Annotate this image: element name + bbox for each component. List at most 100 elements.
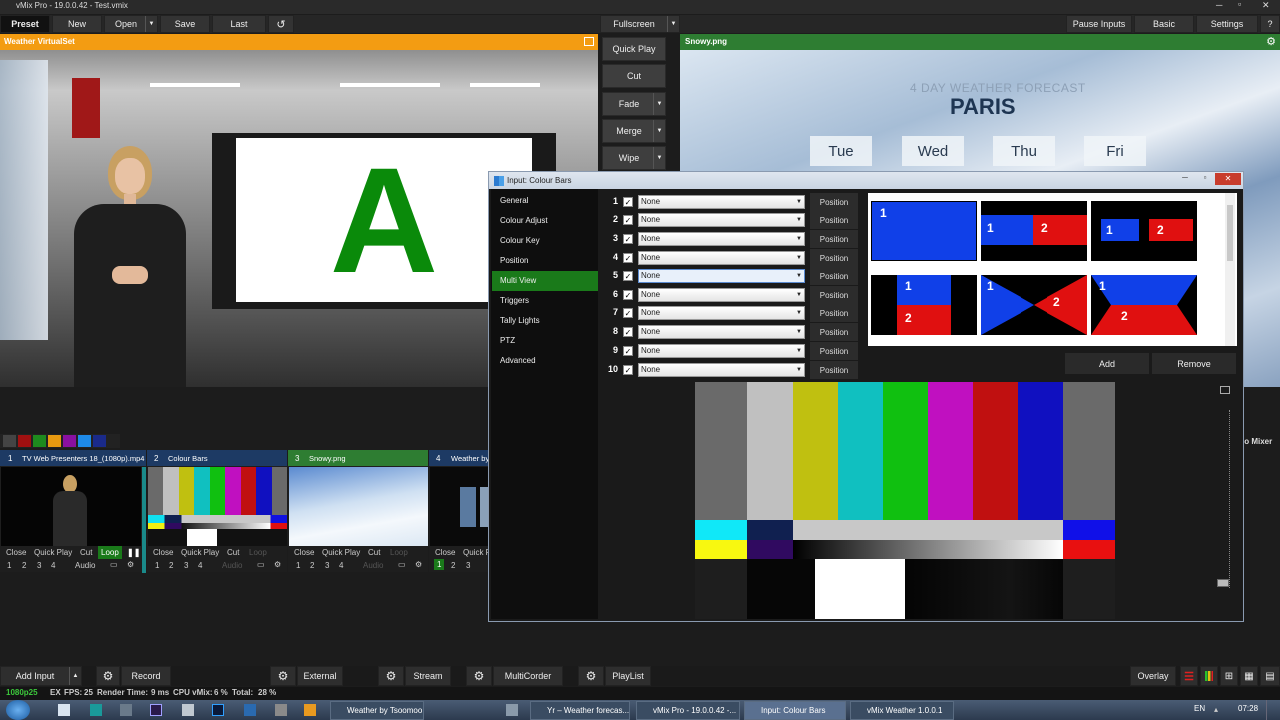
gear-icon[interactable]: ⚙ <box>127 560 134 569</box>
color-tag[interactable] <box>18 435 31 447</box>
input-tile-2[interactable]: 2 Colour Bars Close Quick Play Cut Loop … <box>147 450 287 572</box>
close-button[interactable]: Close <box>294 548 314 557</box>
show-desktop-button[interactable] <box>1266 700 1280 720</box>
layer-checkbox[interactable]: ✓ <box>623 327 633 337</box>
photoshop-icon[interactable] <box>212 704 224 716</box>
close-button[interactable]: Close <box>6 548 26 557</box>
chevron-down-icon[interactable]: ▼ <box>653 147 665 169</box>
vmix-icon[interactable] <box>244 704 256 716</box>
layer-checkbox[interactable]: ✓ <box>623 253 633 263</box>
overlay-4-button[interactable]: 4 <box>339 561 343 570</box>
overlay-1-button[interactable]: 1 <box>155 561 159 570</box>
app-icon[interactable] <box>275 704 287 716</box>
overlay-3-button[interactable]: 3 <box>37 561 41 570</box>
merge-button[interactable]: Merge ▼ <box>602 119 666 143</box>
quick-play-button[interactable]: Quick Play <box>181 548 219 557</box>
overlay-button[interactable]: Overlay <box>1130 666 1176 686</box>
monitor-icon[interactable]: ▭ <box>110 560 118 569</box>
start-button[interactable] <box>6 700 30 720</box>
position-button[interactable]: Position <box>810 361 858 379</box>
preset-button[interactable]: Preset <box>0 15 50 33</box>
menu-multi-view[interactable]: Multi View <box>492 271 598 291</box>
color-tag[interactable] <box>63 435 76 447</box>
layout-thumb[interactable]: 1 2 <box>981 275 1087 335</box>
position-button[interactable]: Position <box>810 230 858 248</box>
position-button[interactable]: Position <box>810 249 858 267</box>
layer-select[interactable]: None ▼ <box>638 288 805 302</box>
basic-button[interactable]: Basic <box>1134 15 1194 33</box>
taskbar-item[interactable]: Weather by Tsoomoo <box>330 701 424 720</box>
layer-select[interactable]: None ▼ <box>638 363 805 377</box>
overlay-2-button[interactable]: 2 <box>22 561 26 570</box>
menu-ptz[interactable]: PTZ <box>492 331 598 351</box>
audio-button[interactable]: Audio <box>363 561 383 570</box>
multicorder-settings-button[interactable]: ⚙ <box>466 666 492 686</box>
open-button[interactable]: Open ▼ <box>104 15 158 33</box>
overlay-1-button[interactable]: 1 <box>7 561 11 570</box>
record-settings-button[interactable]: ⚙ <box>96 666 120 686</box>
layer-select[interactable]: None ▼ <box>638 232 805 246</box>
multiview-button[interactable]: ▦ <box>1240 666 1258 686</box>
monitor-icon[interactable]: ▭ <box>257 560 265 569</box>
stream-settings-button[interactable]: ⚙ <box>378 666 404 686</box>
app-icon[interactable] <box>506 704 518 716</box>
layout-button[interactable]: ▤ <box>1260 666 1280 686</box>
overlay-4-button[interactable]: 4 <box>198 561 202 570</box>
taskbar-item[interactable]: Input: Colour Bars <box>744 701 846 720</box>
loop-button[interactable]: Loop <box>98 546 122 559</box>
clock[interactable]: 07:28 <box>1238 704 1258 713</box>
layer-select[interactable]: None ▼ <box>638 306 805 320</box>
list-view-button[interactable]: ☰ <box>1180 666 1198 686</box>
position-button[interactable]: Position <box>810 267 858 285</box>
overlay-3-button[interactable]: 3 <box>466 561 470 570</box>
input-thumbnail[interactable] <box>430 467 489 546</box>
cut-button[interactable]: Cut <box>80 548 92 557</box>
position-button[interactable]: Position <box>810 323 858 341</box>
position-button[interactable]: Position <box>810 286 858 304</box>
app-icon[interactable] <box>90 704 102 716</box>
chevron-down-icon[interactable]: ▼ <box>653 93 665 115</box>
overlay-1-button[interactable]: 1 <box>296 561 300 570</box>
layer-select[interactable]: None ▼ <box>638 213 805 227</box>
close-button[interactable]: Close <box>435 548 455 557</box>
menu-tally-lights[interactable]: Tally Lights <box>492 311 598 331</box>
input-tile-1[interactable]: 1 TV Web Presenters 18_(1080p).mp4 Close… <box>0 450 146 573</box>
close-icon[interactable]: ✕ <box>1215 173 1241 185</box>
overlay-1-button[interactable]: 1 <box>434 559 445 570</box>
app-icon[interactable] <box>182 704 194 716</box>
media-player-icon[interactable] <box>304 704 316 716</box>
input-thumbnail[interactable] <box>289 467 428 546</box>
wipe-button[interactable]: Wipe ▼ <box>602 146 666 170</box>
layer-checkbox[interactable]: ✓ <box>623 346 633 356</box>
color-tag[interactable] <box>33 435 46 447</box>
overlay-3-button[interactable]: 3 <box>184 561 188 570</box>
layout-thumb[interactable]: 1 2 <box>871 275 977 335</box>
layer-checkbox[interactable]: ✓ <box>623 308 633 318</box>
monitor-icon[interactable]: ▭ <box>398 560 406 569</box>
overlay-2-button[interactable]: 2 <box>310 561 314 570</box>
grid-view-button[interactable]: ⊞ <box>1220 666 1238 686</box>
help-button[interactable]: ? <box>1260 15 1280 33</box>
add-button[interactable]: Add <box>1065 353 1149 374</box>
color-tag[interactable] <box>93 435 106 447</box>
position-button[interactable]: Position <box>810 304 858 322</box>
add-input-button[interactable]: Add Input ▲ <box>0 666 82 686</box>
position-button[interactable]: Position <box>810 342 858 360</box>
chevron-down-icon[interactable]: ▼ <box>667 16 679 32</box>
layer-checkbox[interactable]: ✓ <box>623 365 633 375</box>
quick-play-button[interactable]: Quick Play <box>34 548 72 557</box>
gallery-scrollbar[interactable] <box>1225 193 1235 346</box>
save-button[interactable]: Save <box>160 15 210 33</box>
position-button[interactable]: Position <box>810 211 858 229</box>
last-button[interactable]: Last <box>212 15 266 33</box>
layer-checkbox[interactable]: ✓ <box>623 290 633 300</box>
menu-general[interactable]: General <box>492 191 598 211</box>
fullscreen-button[interactable]: Fullscreen ▼ <box>600 15 680 33</box>
color-tag[interactable] <box>3 435 16 447</box>
fade-button[interactable]: Fade ▼ <box>602 92 666 116</box>
loop-button[interactable]: Loop <box>390 548 408 557</box>
layout-thumb[interactable]: 1 2 <box>1091 275 1197 335</box>
minimize-button[interactable]: ─ <box>1216 0 1222 10</box>
overlay-4-button[interactable]: 4 <box>51 561 55 570</box>
layer-checkbox[interactable]: ✓ <box>623 271 633 281</box>
